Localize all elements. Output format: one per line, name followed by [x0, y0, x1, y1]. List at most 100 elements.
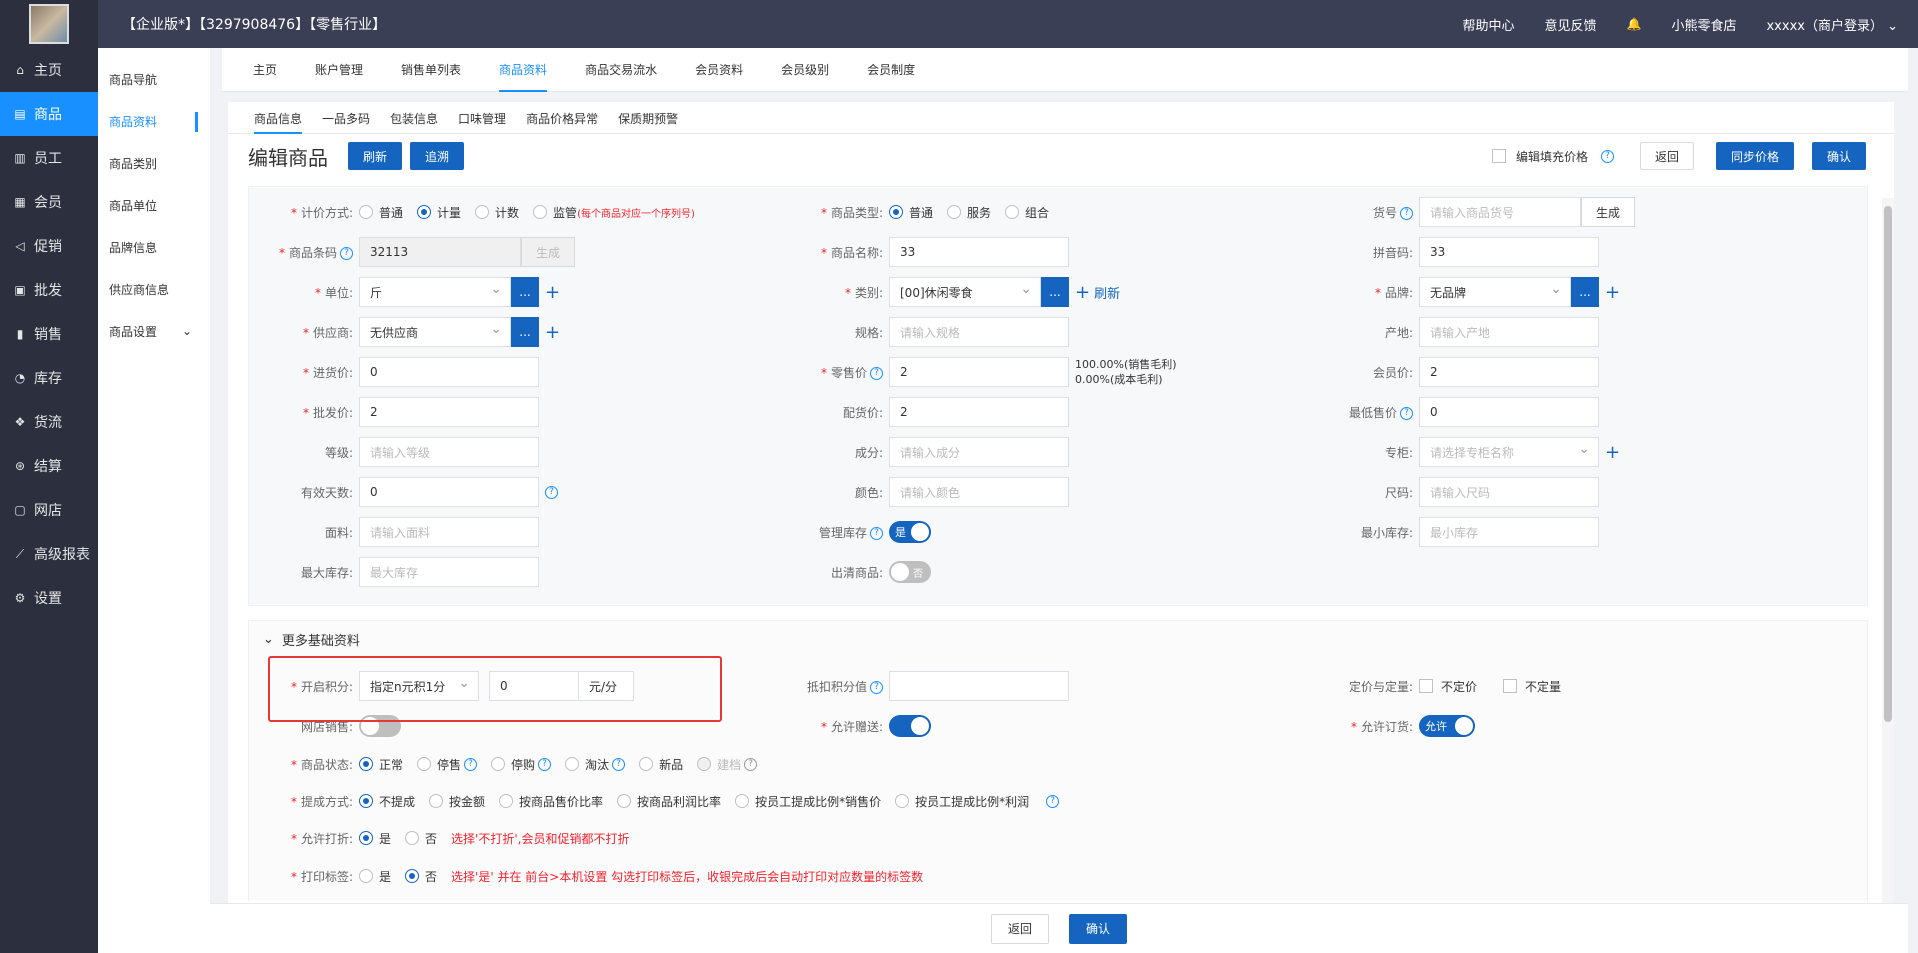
- help-icon[interactable]: ?: [1400, 406, 1413, 420]
- barcode-input[interactable]: 32113: [359, 237, 521, 267]
- help-icon[interactable]: ?: [1046, 794, 1060, 808]
- commission-price-ratio[interactable]: 按商品售价比率: [499, 793, 603, 810]
- help-icon[interactable]: ?: [870, 526, 883, 540]
- commission-amount[interactable]: 按金额: [429, 793, 485, 810]
- item-no-input[interactable]: 请输入商品货号: [1419, 197, 1581, 227]
- add-counter-icon[interactable]: +: [1605, 442, 1620, 463]
- nav-item-inventory[interactable]: ◔ 库存: [0, 356, 98, 400]
- help-icon[interactable]: ?: [538, 757, 552, 771]
- unit-more-button[interactable]: ...: [511, 277, 539, 307]
- spec-input[interactable]: 请输入规格: [889, 317, 1069, 347]
- status-stop-sale[interactable]: 停售?: [417, 756, 478, 773]
- print-label-yes[interactable]: 是: [359, 868, 391, 885]
- add-supplier-icon[interactable]: +: [545, 322, 560, 343]
- product-type-combo[interactable]: 组合: [1005, 204, 1049, 221]
- subnav-item-supplier[interactable]: 供应商信息: [98, 268, 210, 310]
- category-select[interactable]: [00]休闲零食: [889, 277, 1041, 307]
- supplier-more-button[interactable]: ...: [511, 317, 539, 347]
- wholesale-price-input[interactable]: 2: [359, 397, 539, 427]
- supplier-select[interactable]: 无供应商: [359, 317, 511, 347]
- member-price-input[interactable]: 2: [1419, 357, 1599, 387]
- ingredient-input[interactable]: 请输入成分: [889, 437, 1069, 467]
- max-stock-input[interactable]: 最大库存: [359, 557, 539, 587]
- deduct-points-input[interactable]: [889, 671, 1069, 701]
- pricing-mode-normal[interactable]: 普通: [359, 204, 403, 221]
- unit-select[interactable]: 斤: [359, 277, 511, 307]
- discount-yes[interactable]: 是: [359, 830, 391, 847]
- allow-gift-switch[interactable]: [889, 715, 931, 737]
- subnav-item-brand[interactable]: 品牌信息: [98, 226, 210, 268]
- help-icon[interactable]: ?: [1400, 206, 1413, 220]
- subnav-item-settings[interactable]: 商品设置 ⌄: [98, 310, 210, 352]
- commission-staff-price[interactable]: 按员工提成比例*销售价: [735, 793, 881, 810]
- help-icon[interactable]: ?: [870, 680, 883, 694]
- category-more-button[interactable]: ...: [1041, 277, 1069, 307]
- manage-stock-switch[interactable]: 是: [889, 521, 931, 543]
- status-eliminated[interactable]: 淘汰?: [565, 756, 626, 773]
- nav-item-staff[interactable]: ▥ 员工: [0, 136, 98, 180]
- origin-input[interactable]: 请输入产地: [1419, 317, 1599, 347]
- valid-days-input[interactable]: 0: [359, 477, 539, 507]
- commission-profit-ratio[interactable]: 按商品利润比率: [617, 793, 721, 810]
- allow-order-switch[interactable]: 允许: [1419, 715, 1475, 737]
- no-fixed-qty-checkbox[interactable]: [1503, 679, 1518, 693]
- category-refresh-link[interactable]: 刷新: [1094, 283, 1120, 302]
- commission-staff-profit[interactable]: 按员工提成比例*利润: [895, 793, 1029, 810]
- add-category-icon[interactable]: +: [1075, 282, 1090, 303]
- nav-item-logistics[interactable]: ❖ 货流: [0, 400, 98, 444]
- size-input[interactable]: 请输入尺码: [1419, 477, 1599, 507]
- product-type-normal[interactable]: 普通: [889, 204, 933, 221]
- status-stop-purchase[interactable]: 停购?: [491, 756, 552, 773]
- status-normal[interactable]: 正常: [359, 756, 403, 773]
- item-no-generate-button[interactable]: 生成: [1581, 197, 1636, 227]
- help-icon[interactable]: ?: [340, 246, 353, 260]
- status-archive[interactable]: 建档?: [697, 756, 758, 773]
- pricing-mode-weight[interactable]: 计量: [417, 204, 461, 221]
- nav-item-settings[interactable]: ⚙ 设置: [0, 576, 98, 620]
- nav-item-product[interactable]: ▤ 商品: [0, 92, 98, 136]
- name-input[interactable]: 33: [889, 237, 1069, 267]
- brand-more-button[interactable]: ...: [1571, 277, 1599, 307]
- nav-item-wholesale[interactable]: ▣ 批发: [0, 268, 98, 312]
- nav-item-promotion[interactable]: ◁ 促销: [0, 224, 98, 268]
- status-new[interactable]: 新品: [639, 756, 683, 773]
- color-input[interactable]: 请输入颜色: [889, 477, 1069, 507]
- add-brand-icon[interactable]: +: [1605, 282, 1620, 303]
- nav-item-settlement[interactable]: ⊛ 结算: [0, 444, 98, 488]
- nav-item-member[interactable]: ▦ 会员: [0, 180, 98, 224]
- brand-select[interactable]: 无品牌: [1419, 277, 1571, 307]
- retail-price-input[interactable]: 2: [889, 357, 1069, 387]
- nav-item-reports[interactable]: ⟋ 高级报表: [0, 532, 98, 576]
- footer-confirm-button[interactable]: 确认: [1069, 913, 1128, 944]
- help-icon[interactable]: ?: [744, 757, 758, 771]
- footer-back-button[interactable]: 返回: [990, 913, 1049, 944]
- fabric-input[interactable]: 请输入面料: [359, 517, 539, 547]
- min-price-input[interactable]: 0: [1419, 397, 1599, 427]
- help-icon[interactable]: ?: [870, 366, 883, 380]
- grade-input[interactable]: 请输入等级: [359, 437, 539, 467]
- subnav-item-navigation[interactable]: 商品导航: [98, 58, 210, 100]
- barcode-generate-button[interactable]: 生成: [521, 237, 576, 267]
- print-label-no[interactable]: 否: [405, 868, 437, 885]
- pricing-mode-count[interactable]: 计数: [475, 204, 519, 221]
- subnav-item-product-info[interactable]: 商品资料: [98, 100, 210, 142]
- help-icon[interactable]: ?: [464, 757, 478, 771]
- help-icon[interactable]: ?: [545, 485, 558, 499]
- purchase-price-input[interactable]: 0: [359, 357, 539, 387]
- dist-price-input[interactable]: 2: [889, 397, 1069, 427]
- pinyin-input[interactable]: 33: [1419, 237, 1599, 267]
- subnav-item-unit[interactable]: 商品单位: [98, 184, 210, 226]
- add-unit-icon[interactable]: +: [545, 282, 560, 303]
- discount-no[interactable]: 否: [405, 830, 437, 847]
- nav-item-online-store[interactable]: ▢ 网店: [0, 488, 98, 532]
- product-type-service[interactable]: 服务: [947, 204, 991, 221]
- nav-item-sales[interactable]: ▮ 销售: [0, 312, 98, 356]
- help-icon[interactable]: ?: [612, 757, 626, 771]
- nav-item-home[interactable]: ⌂ 主页: [0, 48, 98, 92]
- pricing-mode-regulated[interactable]: 监管: [533, 204, 577, 221]
- no-fixed-price-checkbox[interactable]: [1419, 679, 1433, 693]
- min-stock-input[interactable]: 最小库存: [1419, 517, 1599, 547]
- clearance-switch[interactable]: 否: [889, 561, 931, 583]
- commission-none[interactable]: 不提成: [359, 793, 415, 810]
- counter-select[interactable]: 请选择专柜名称: [1419, 437, 1599, 467]
